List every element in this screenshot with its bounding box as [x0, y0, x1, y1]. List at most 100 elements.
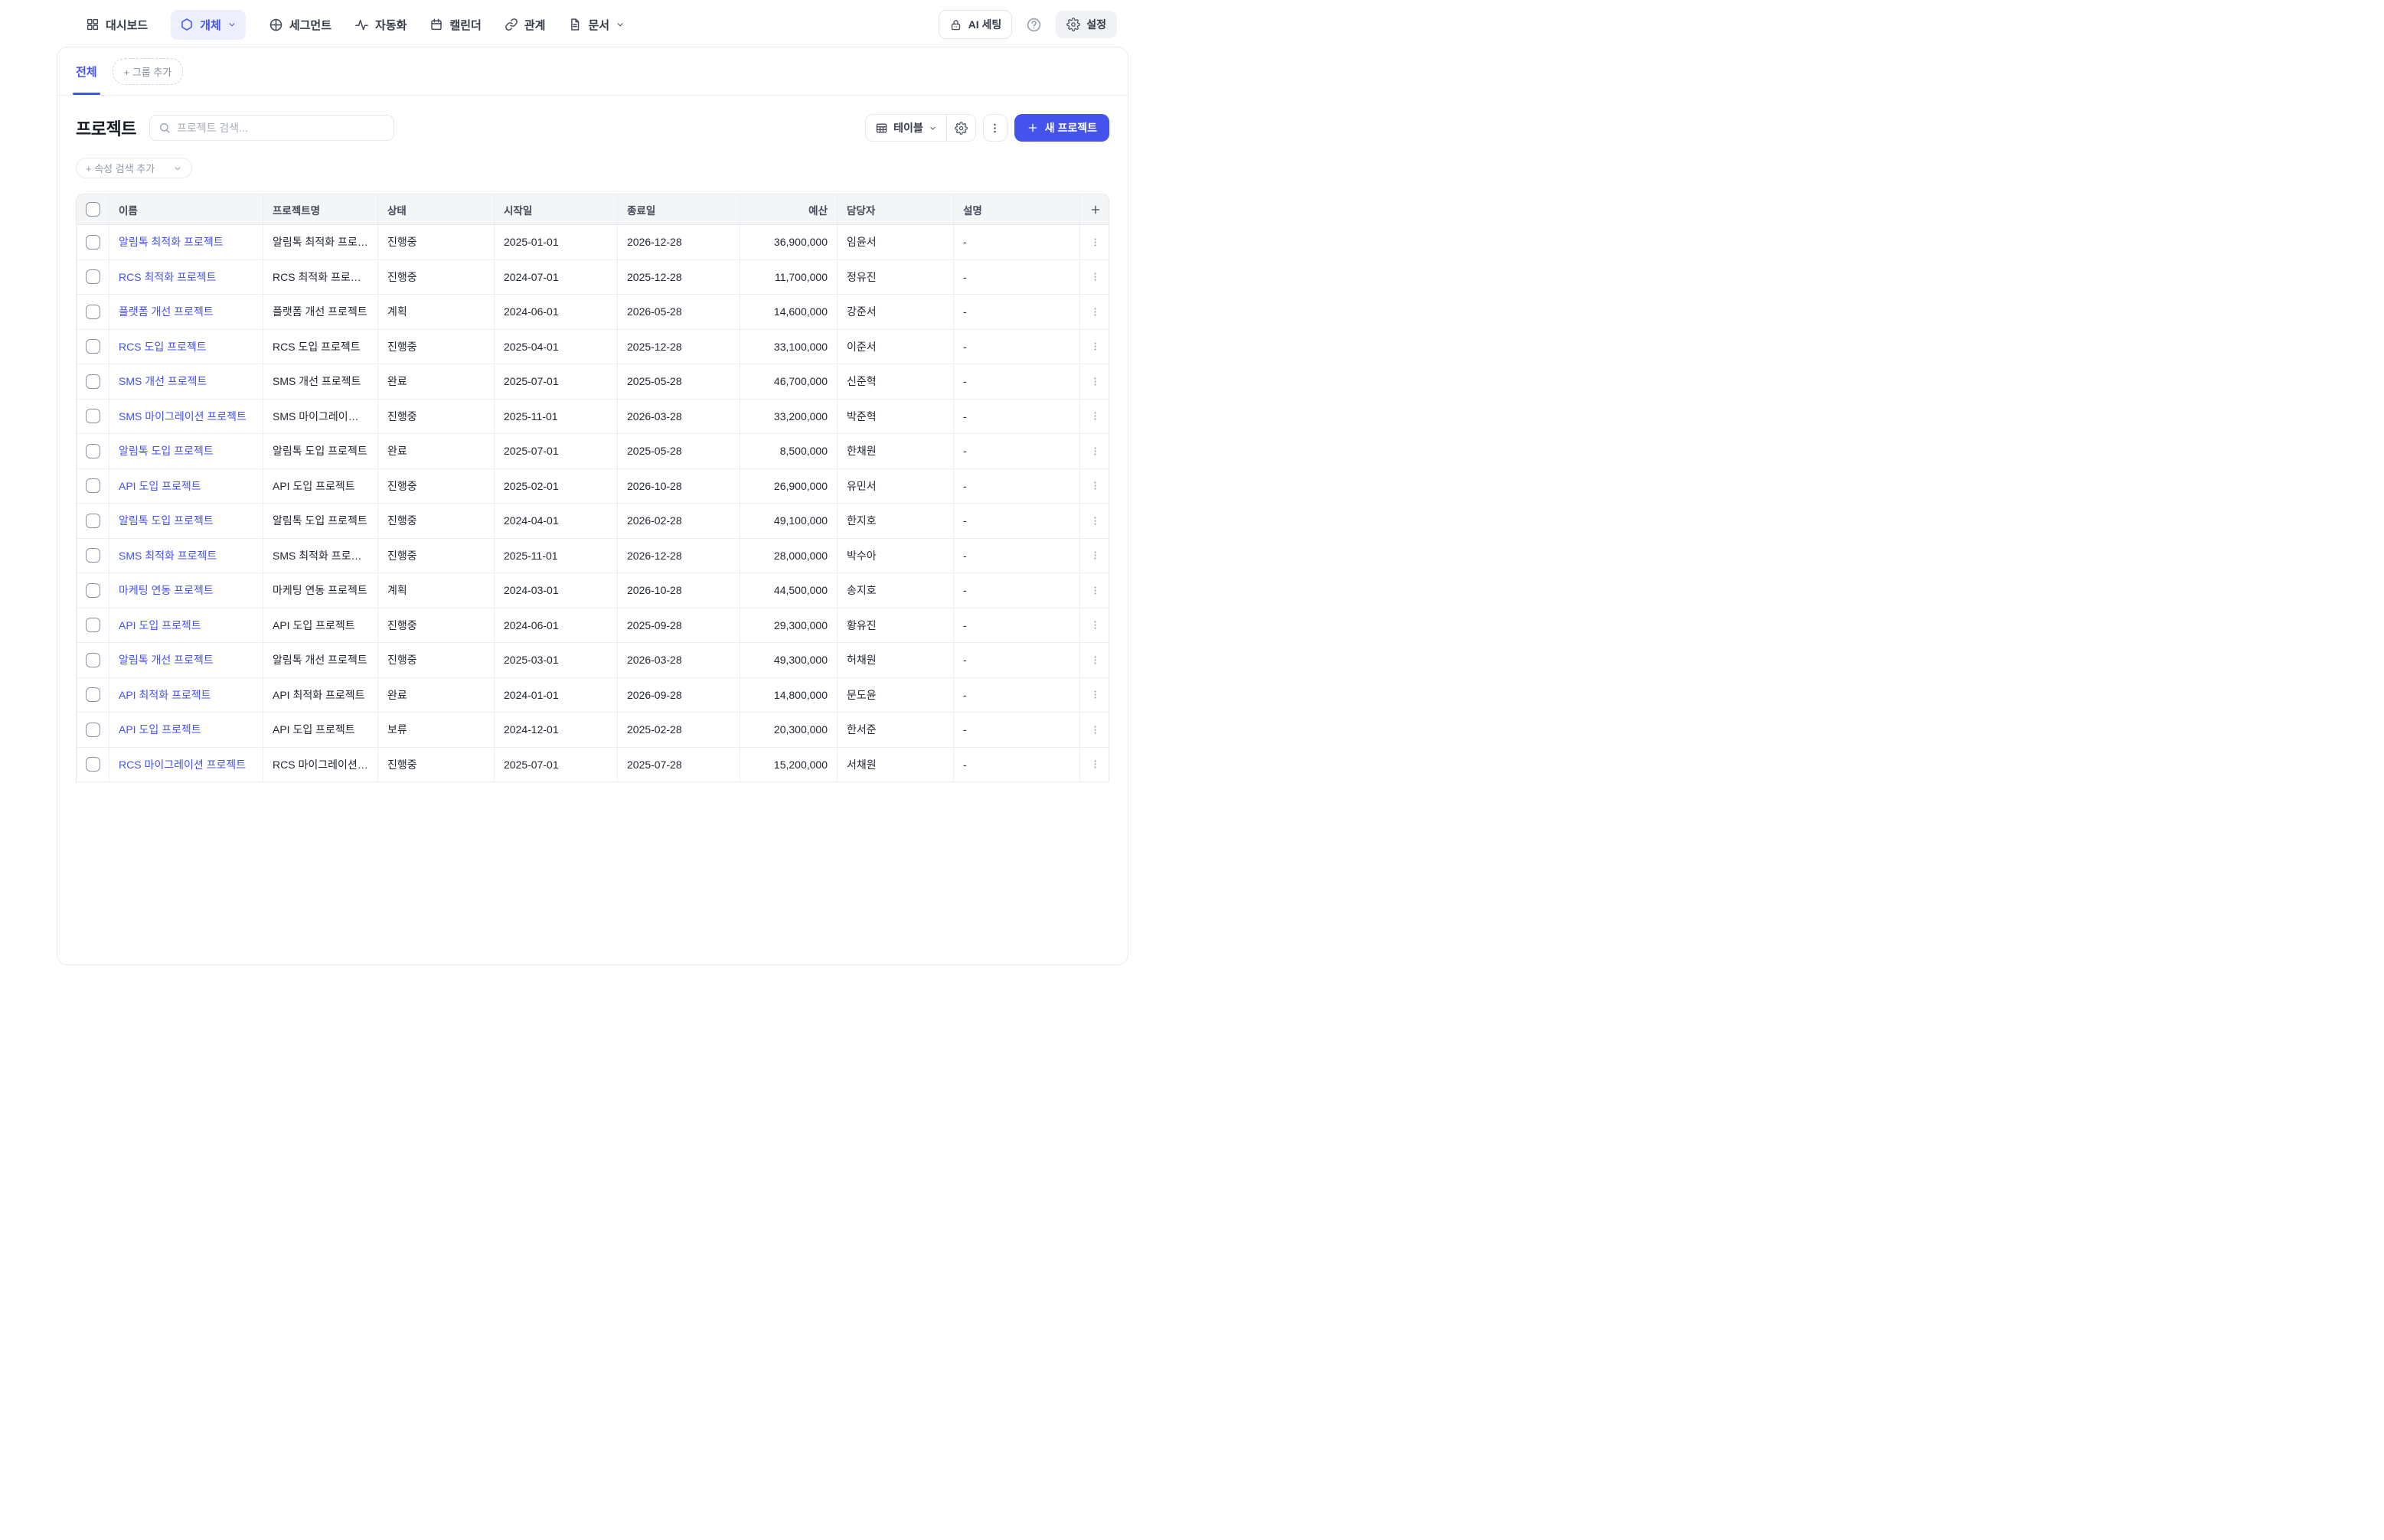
new-project-button[interactable]: 새 프로젝트: [1014, 114, 1109, 142]
row-checkbox[interactable]: [86, 618, 100, 632]
project-name-link[interactable]: 알림톡 도입 프로젝트: [119, 513, 253, 528]
row-checkbox[interactable]: [86, 305, 100, 319]
project-name-link[interactable]: RCS 최적화 프로젝트: [119, 269, 253, 285]
project-name-link[interactable]: API 도입 프로젝트: [119, 722, 253, 737]
row-checkbox[interactable]: [86, 269, 100, 284]
project-name-link[interactable]: 마케팅 연동 프로젝트: [119, 582, 253, 598]
manager-cell: 허채원: [838, 643, 954, 678]
view-settings-button[interactable]: [947, 115, 975, 141]
column-header-budget[interactable]: 예산: [740, 194, 838, 225]
row-checkbox[interactable]: [86, 235, 100, 250]
more-options-button[interactable]: [983, 114, 1007, 142]
project-name-link[interactable]: SMS 마이그레이션 프로젝트: [119, 409, 253, 424]
row-checkbox[interactable]: [86, 723, 100, 737]
row-checkbox[interactable]: [86, 478, 100, 493]
view-select-button[interactable]: 테이블: [866, 115, 946, 141]
row-menu-button[interactable]: [1086, 581, 1105, 599]
project-name-link[interactable]: RCS 도입 프로젝트: [119, 339, 253, 354]
row-menu-button[interactable]: [1086, 755, 1105, 774]
budget-cell: 44,500,000: [740, 573, 838, 608]
column-header-name[interactable]: 이름: [109, 194, 263, 225]
row-menu-button[interactable]: [1086, 338, 1105, 356]
nav-item-relations[interactable]: 관계: [505, 17, 546, 33]
project-name-link[interactable]: SMS 최적화 프로젝트: [119, 548, 253, 563]
row-menu-button[interactable]: [1086, 686, 1105, 704]
project-name-link[interactable]: API 최적화 프로젝트: [119, 687, 253, 703]
row-checkbox[interactable]: [86, 514, 100, 528]
row-menu-button[interactable]: [1086, 616, 1105, 635]
manager-cell: 유민서: [838, 469, 954, 504]
row-menu-button[interactable]: [1086, 511, 1105, 530]
nav-item-dashboard[interactable]: 대시보드: [86, 17, 148, 33]
settings-button[interactable]: 설정: [1056, 11, 1117, 38]
row-checkbox[interactable]: [86, 653, 100, 667]
row-checkbox[interactable]: [86, 444, 100, 458]
row-menu-button[interactable]: [1086, 302, 1105, 321]
end-date-cell: 2026-02-28: [618, 504, 740, 539]
description-cell: -: [954, 643, 1080, 678]
add-group-button[interactable]: + 그룹 추가: [113, 58, 184, 85]
row-checkbox[interactable]: [86, 339, 100, 354]
column-header-status[interactable]: 상태: [378, 194, 495, 225]
end-date-cell: 2026-05-28: [618, 295, 740, 330]
tab-all[interactable]: 전체: [76, 47, 97, 95]
description-cell: -: [954, 400, 1080, 435]
add-column-icon[interactable]: [1089, 204, 1102, 216]
select-all-checkbox[interactable]: [86, 202, 100, 217]
table-row: RCS 마이그레이션 프로젝트 RCS 마이그레이션 프로젝트 진행중 2025…: [77, 748, 1109, 783]
row-menu-button[interactable]: [1086, 268, 1105, 286]
nav-label: 자동화: [375, 17, 407, 33]
column-header-manager[interactable]: 담당자: [838, 194, 954, 225]
row-menu-button[interactable]: [1086, 442, 1105, 460]
add-property-filter-button[interactable]: + 속성 검색 추가: [76, 158, 192, 178]
nav-item-documents[interactable]: 문서: [568, 17, 625, 33]
row-checkbox[interactable]: [86, 548, 100, 563]
row-menu-button[interactable]: [1086, 407, 1105, 426]
start-date-cell: 2024-03-01: [495, 573, 618, 608]
hexagon-icon: [180, 18, 194, 31]
row-menu-button[interactable]: [1086, 720, 1105, 739]
row-menu-button[interactable]: [1086, 233, 1105, 251]
row-checkbox[interactable]: [86, 583, 100, 598]
row-menu-button[interactable]: [1086, 477, 1105, 495]
status-cell: 계획: [378, 295, 495, 330]
status-cell: 진행중: [378, 330, 495, 365]
row-menu-button[interactable]: [1086, 372, 1105, 390]
project-name-link[interactable]: 플랫폼 개선 프로젝트: [119, 304, 253, 319]
description-cell: -: [954, 260, 1080, 295]
project-name-link[interactable]: 알림톡 개선 프로젝트: [119, 652, 253, 667]
column-header-description[interactable]: 설명: [954, 194, 1080, 225]
column-header-project-name[interactable]: 프로젝트명: [263, 194, 378, 225]
row-menu-button[interactable]: [1086, 547, 1105, 565]
help-icon[interactable]: [1026, 17, 1042, 33]
project-name-link[interactable]: 알림톡 최적화 프로젝트: [119, 234, 253, 250]
search-input[interactable]: [177, 122, 385, 134]
start-date-cell: 2025-07-01: [495, 748, 618, 783]
nav-label: 세그먼트: [289, 17, 331, 33]
project-name-link[interactable]: SMS 개선 프로젝트: [119, 374, 253, 389]
project-name-link[interactable]: API 도입 프로젝트: [119, 478, 253, 494]
row-menu-button[interactable]: [1086, 651, 1105, 669]
row-checkbox[interactable]: [86, 374, 100, 389]
start-date-cell: 2025-11-01: [495, 539, 618, 574]
project-name-link[interactable]: API 도입 프로젝트: [119, 618, 253, 633]
end-date-cell: 2026-10-28: [618, 573, 740, 608]
filter-row: + 속성 검색 추가: [57, 142, 1128, 178]
nav-item-automation[interactable]: 자동화: [354, 17, 407, 33]
segment-icon: [269, 18, 283, 32]
description-cell: -: [954, 225, 1080, 260]
column-header-start-date[interactable]: 시작일: [495, 194, 618, 225]
nav-item-calendar[interactable]: 캘린더: [429, 17, 481, 33]
start-date-cell: 2025-04-01: [495, 330, 618, 365]
column-header-end-date[interactable]: 종료일: [618, 194, 740, 225]
row-checkbox[interactable]: [86, 409, 100, 423]
view-label: 테이블: [893, 120, 923, 135]
row-checkbox[interactable]: [86, 687, 100, 702]
project-name-link[interactable]: RCS 마이그레이션 프로젝트: [119, 757, 253, 772]
ai-settings-button[interactable]: AI 세팅: [939, 10, 1013, 39]
budget-cell: 29,300,000: [740, 608, 838, 644]
project-name-link[interactable]: 알림톡 도입 프로젝트: [119, 443, 253, 458]
nav-item-segments[interactable]: 세그먼트: [269, 17, 331, 33]
nav-item-objects[interactable]: 개체: [171, 10, 246, 40]
row-checkbox[interactable]: [86, 757, 100, 772]
